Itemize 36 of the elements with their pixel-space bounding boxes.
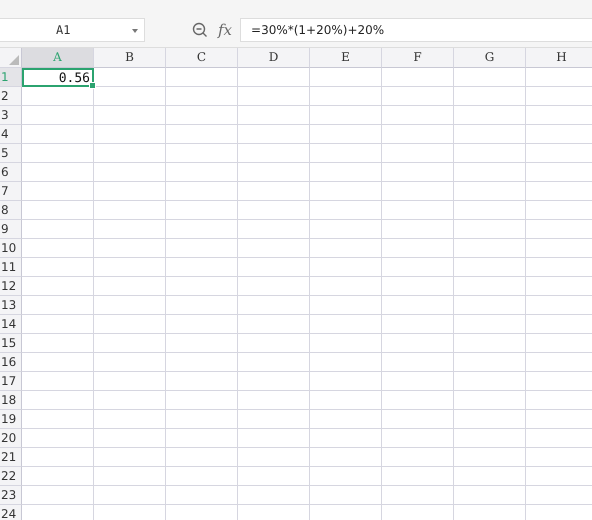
row-header[interactable]: 24 xyxy=(0,505,22,520)
column-header[interactable]: D xyxy=(238,48,310,68)
zoom-out-icon[interactable] xyxy=(192,22,208,38)
column-header[interactable]: G xyxy=(454,48,526,68)
dropdown-caret-icon[interactable] xyxy=(132,28,138,32)
row-header[interactable]: 4 xyxy=(0,125,22,144)
row-header[interactable]: 23 xyxy=(0,486,22,505)
row-header[interactable]: 19 xyxy=(0,410,22,429)
row-header[interactable]: 9 xyxy=(0,220,22,239)
row-header[interactable]: 7 xyxy=(0,182,22,201)
row-header[interactable]: 15 xyxy=(0,334,22,353)
column-header[interactable]: E xyxy=(310,48,382,68)
row-header[interactable]: 21 xyxy=(0,448,22,467)
row-header[interactable]: 16 xyxy=(0,353,22,372)
column-header[interactable]: F xyxy=(382,48,454,68)
row-header[interactable]: 18 xyxy=(0,391,22,410)
name-box[interactable]: A1 xyxy=(0,18,145,42)
function-button[interactable]: fx xyxy=(218,20,232,38)
row-header[interactable]: 11 xyxy=(0,258,22,277)
row-header[interactable]: 5 xyxy=(0,144,22,163)
row-header[interactable]: 22 xyxy=(0,467,22,486)
row-header[interactable]: 2 xyxy=(0,87,22,106)
row-header[interactable]: 17 xyxy=(0,372,22,391)
column-header[interactable]: B xyxy=(94,48,166,68)
formula-field[interactable]: =30%*(1+20%)+20% xyxy=(240,18,592,42)
row-header[interactable]: 20 xyxy=(0,429,22,448)
column-header[interactable]: H xyxy=(526,48,592,68)
row-header[interactable]: 13 xyxy=(0,296,22,315)
row-header[interactable]: 10 xyxy=(0,239,22,258)
column-header[interactable]: C xyxy=(166,48,238,68)
row-header[interactable]: 6 xyxy=(0,163,22,182)
table-cell[interactable]: 0.56 xyxy=(22,68,94,87)
row-header[interactable]: 14 xyxy=(0,315,22,334)
row-header[interactable]: 3 xyxy=(0,106,22,125)
row-header[interactable]: 12 xyxy=(0,277,22,296)
row-header[interactable]: 8 xyxy=(0,201,22,220)
